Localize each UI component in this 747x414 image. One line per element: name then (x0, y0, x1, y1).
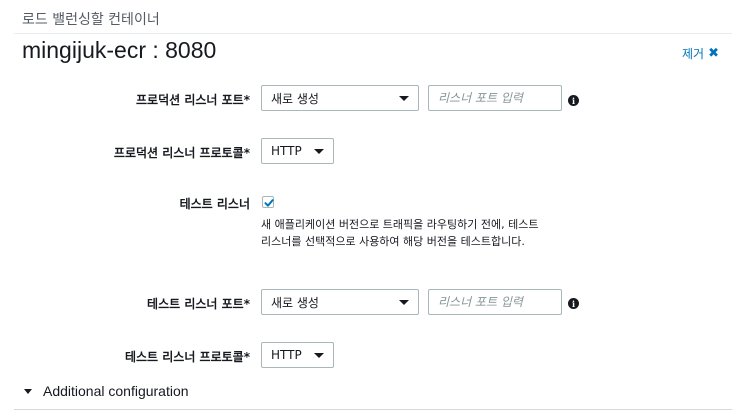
production-protocol-label: 프로덕션 리스너 프로토콜* (113, 146, 250, 160)
top-divider (14, 33, 732, 34)
test-listener-label: 테스트 리스너 (179, 197, 250, 211)
test-port-label: 테스트 리스너 포트* (147, 297, 250, 311)
remove-button[interactable]: 제거 ✖ (682, 45, 719, 62)
production-protocol-select-value: HTTP (271, 144, 302, 158)
production-port-input[interactable] (428, 85, 562, 111)
test-port-input[interactable] (428, 289, 562, 315)
checkmark-icon (264, 199, 274, 207)
production-port-select-value: 새로 생성 (271, 91, 319, 106)
test-listener-checkbox[interactable] (262, 196, 274, 208)
test-listener-help-text: 새 애플리케이션 버전으로 트래픽을 라우팅하기 전에, 테스트 리스너를 선택… (261, 216, 591, 250)
chevron-down-icon (314, 353, 324, 358)
bottom-divider (14, 409, 732, 410)
chevron-down-icon (399, 96, 409, 101)
test-protocol-select-value: HTTP (271, 348, 302, 362)
test-listener-help-line-1: 새 애플리케이션 버전으로 트래픽을 라우팅하기 전에, 테스트 (261, 218, 539, 231)
info-icon[interactable]: i (568, 95, 579, 106)
chevron-down-icon (399, 300, 409, 305)
caret-down-icon (24, 388, 32, 394)
test-listener-help-line-2: 리스너를 선택적으로 사용하여 해당 버전을 테스트합니다. (261, 235, 525, 248)
production-port-label: 프로덕션 리스너 포트* (136, 93, 250, 107)
production-protocol-select[interactable]: HTTP (261, 138, 334, 164)
additional-configuration-toggle[interactable]: Additional configuration (24, 383, 189, 399)
test-port-select-value: 새로 생성 (271, 295, 319, 310)
container-title: mingijuk-ecr : 8080 (22, 37, 217, 63)
additional-configuration-label: Additional configuration (43, 383, 189, 399)
remove-label: 제거 (682, 47, 705, 61)
close-icon: ✖ (708, 46, 719, 61)
production-port-select[interactable]: 새로 생성 (261, 85, 419, 111)
test-protocol-select[interactable]: HTTP (261, 342, 334, 368)
info-icon[interactable]: i (568, 298, 579, 309)
test-protocol-label: 테스트 리스너 프로토콜* (124, 350, 250, 364)
test-port-select[interactable]: 새로 생성 (261, 289, 419, 315)
section-label: 로드 밸런싱할 컨테이너 (22, 12, 160, 28)
chevron-down-icon (314, 149, 324, 154)
